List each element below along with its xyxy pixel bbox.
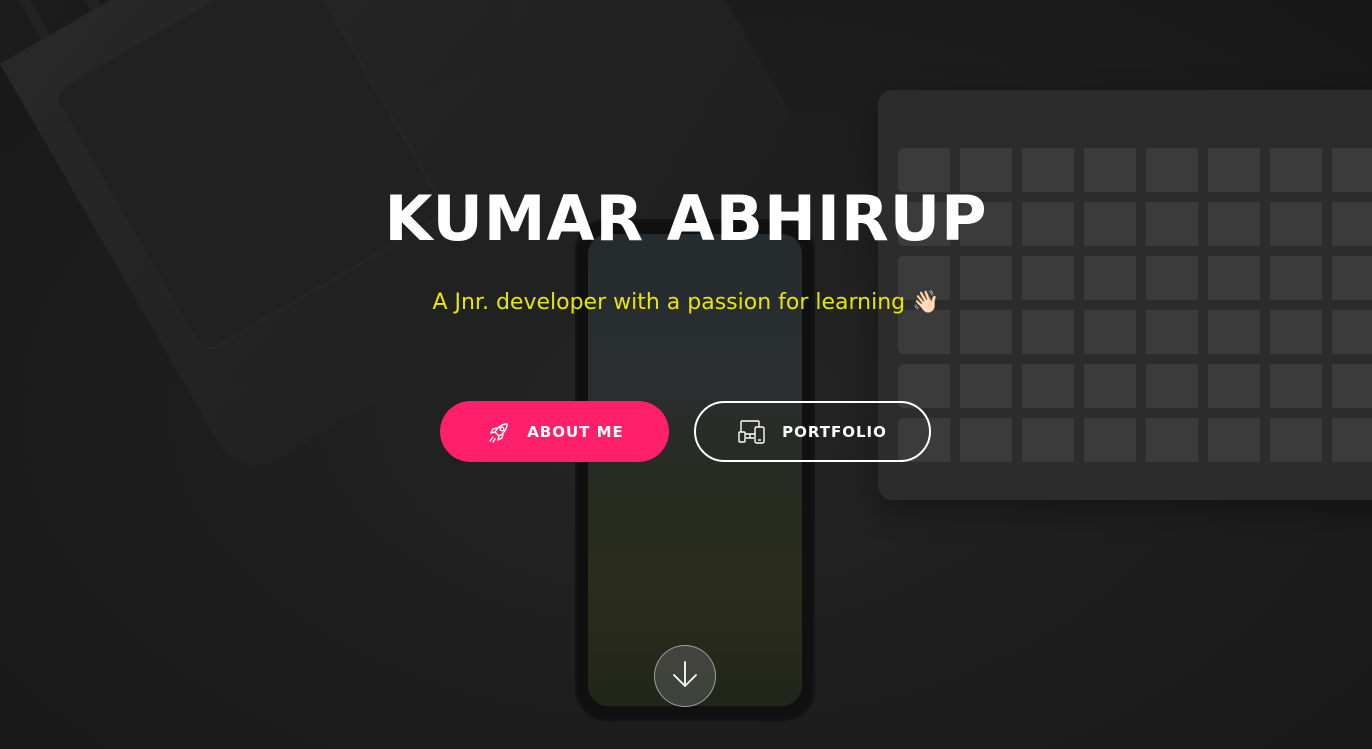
hero-tagline-text: A Jnr. developer with a passion for lear… [432,290,906,315]
hero-section: KUMAR ABHIRUP A Jnr. developer with a pa… [0,0,1372,749]
scroll-down-button[interactable] [654,645,716,707]
portfolio-label: PORTFOLIO [782,422,887,441]
hero-content: KUMAR ABHIRUP A Jnr. developer with a pa… [0,0,1372,749]
rocket-icon [485,418,513,446]
portfolio-button[interactable]: PORTFOLIO [694,401,931,462]
hero-title: KUMAR ABHIRUP [384,182,988,255]
about-me-label: ABOUT ME [527,422,624,441]
waving-hand-icon: 👋🏻 [912,290,940,315]
about-me-button[interactable]: ABOUT ME [440,401,669,462]
arrow-down-icon [668,657,702,695]
devices-icon [738,418,768,446]
hero-tagline: A Jnr. developer with a passion for lear… [0,290,1372,315]
